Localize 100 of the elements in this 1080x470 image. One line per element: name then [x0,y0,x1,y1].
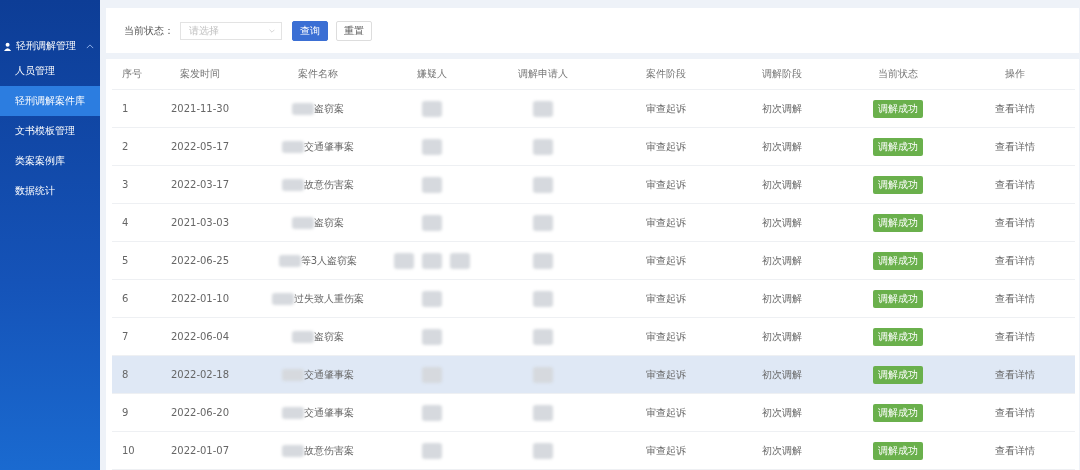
table-cell: 初次调解 [761,443,802,458]
details-link[interactable]: 查看详情 [995,405,1035,420]
column-header: 案发时间 [179,67,221,81]
redaction-blur [533,252,553,269]
sidebar-item[interactable]: 数据统计 [0,176,100,206]
table-cell: 2022-05-17 [170,141,230,152]
table-row[interactable]: 8 2022-02-18 交通肇事案 审查起诉 初次调解 调解成功 查看详情 [112,356,1075,394]
table-cell: 初次调解 [761,215,802,230]
table-cell: 1 [122,103,129,114]
details-link[interactable]: 查看详情 [995,139,1035,154]
details-link[interactable]: 查看详情 [995,443,1035,458]
status-tag: 调解成功 [872,99,923,118]
status-tag: 调解成功 [872,175,923,194]
table-cell: 2021-11-30 [170,103,230,114]
table-cell: 初次调解 [761,101,802,116]
details-link[interactable]: 查看详情 [995,215,1035,230]
redaction-blur [533,176,553,193]
table-cell: 初次调解 [761,139,802,154]
table-cell: 3 [122,179,129,190]
redaction-blur [533,404,553,421]
redaction-blur [533,100,553,117]
table-cell: 4 [122,217,129,228]
table-cell: 2022-01-10 [170,293,230,304]
table-row[interactable]: 5 2022-06-25 等3人盗窃案 审查起诉 初次调解 调解成功 查看详情 [112,242,1075,280]
redaction-blur [422,404,442,421]
sidebar-item[interactable]: 类案案例库 [0,146,100,176]
table-cell: 初次调解 [761,405,802,420]
menu-group[interactable]: 轻刑调解管理 [0,36,100,56]
table-cell: 2022-06-04 [170,331,230,342]
table-row[interactable]: 6 2022-01-10 过失致人重伤案 审查起诉 初次调解 调解成功 查看详情 [112,280,1075,318]
sidebar-item[interactable]: 轻刑调解案件库 [0,86,100,116]
table-cell: 审查起诉 [645,253,686,268]
table-cell: 初次调解 [761,291,802,306]
column-header: 调解申请人 [517,67,569,81]
details-link[interactable]: 查看详情 [995,101,1035,116]
redaction-blur [422,442,442,459]
redaction-blur [533,214,553,231]
table-cell: 2021-03-03 [170,217,230,228]
table-row[interactable]: 4 2021-03-03 盗窃案 审查起诉 初次调解 调解成功 查看详情 [112,204,1075,242]
status-tag: 调解成功 [872,441,923,460]
table-cell: 7 [122,331,129,342]
table-cell: 交通肇事案 [304,367,354,382]
table-cell: 审查起诉 [645,367,686,382]
redaction-blur [282,178,304,191]
column-header: 嫌疑人 [416,67,448,81]
table-cell: 6 [122,293,129,304]
redaction-blur [533,138,553,155]
user-icon [4,41,13,51]
table-cell: 2022-03-17 [170,179,230,190]
table-cell: 审查起诉 [645,405,686,420]
redaction-blur [422,252,442,269]
table-row[interactable]: 1 2021-11-30 盗窃案 审查起诉 初次调解 调解成功 查看详情 [112,90,1075,128]
table-cell: 故意伤害案 [304,177,354,192]
table-cell: 审查起诉 [645,139,686,154]
table-cell: 2 [122,141,129,152]
redaction-blur [422,138,442,155]
table-cell: 2022-06-25 [170,255,230,266]
search-button[interactable]: 查询 [292,20,328,41]
redaction-blur [394,252,414,269]
table-cell: 初次调解 [761,367,802,382]
sidebar-item[interactable]: 人员管理 [0,56,100,86]
redaction-blur [422,100,442,117]
table-cell: 2022-01-07 [170,445,230,456]
table-cell: 审查起诉 [645,329,686,344]
table-row[interactable]: 9 2022-06-20 交通肇事案 审查起诉 初次调解 调解成功 查看详情 [112,394,1075,432]
filter-label: 当前状态： [124,23,174,38]
details-link[interactable]: 查看详情 [995,367,1035,382]
reset-button[interactable]: 重置 [336,20,372,41]
redaction-blur [533,442,553,459]
sidebar-item[interactable]: 文书模板管理 [0,116,100,146]
details-link[interactable]: 查看详情 [995,177,1035,192]
redaction-blur [422,290,442,307]
table-cell: 交通肇事案 [304,405,354,420]
table-cell: 初次调解 [761,253,802,268]
table-cell: 10 [122,445,135,456]
redaction-blur [450,252,470,269]
table-cell: 2022-02-18 [170,369,230,380]
details-link[interactable]: 查看详情 [995,329,1035,344]
table-row[interactable]: 2 2022-05-17 交通肇事案 审查起诉 初次调解 调解成功 查看详情 [112,128,1075,166]
column-header: 序号 [121,67,143,81]
redaction-blur [422,214,442,231]
table-cell: 审查起诉 [645,443,686,458]
table-row[interactable]: 3 2022-03-17 故意伤害案 审查起诉 初次调解 调解成功 查看详情 [112,166,1075,204]
redaction-blur [292,102,314,115]
status-tag: 调解成功 [872,213,923,232]
details-link[interactable]: 查看详情 [995,253,1035,268]
redaction-blur [422,176,442,193]
column-header: 案件名称 [297,67,339,81]
redaction-blur [292,216,314,229]
status-tag: 调解成功 [872,137,923,156]
chevron-icon [86,43,94,49]
table-cell: 初次调解 [761,177,802,192]
table-cell: 初次调解 [761,329,802,344]
details-link[interactable]: 查看详情 [995,291,1035,306]
table-cell: 盗窃案 [314,215,344,230]
table-cell: 盗窃案 [314,101,344,116]
column-header: 调解阶段 [760,67,803,81]
redaction-blur [282,140,304,153]
status-tag: 调解成功 [872,365,923,384]
table-row[interactable]: 10 2022-01-07 故意伤害案 审查起诉 初次调解 调解成功 查看详情 [112,432,1075,470]
